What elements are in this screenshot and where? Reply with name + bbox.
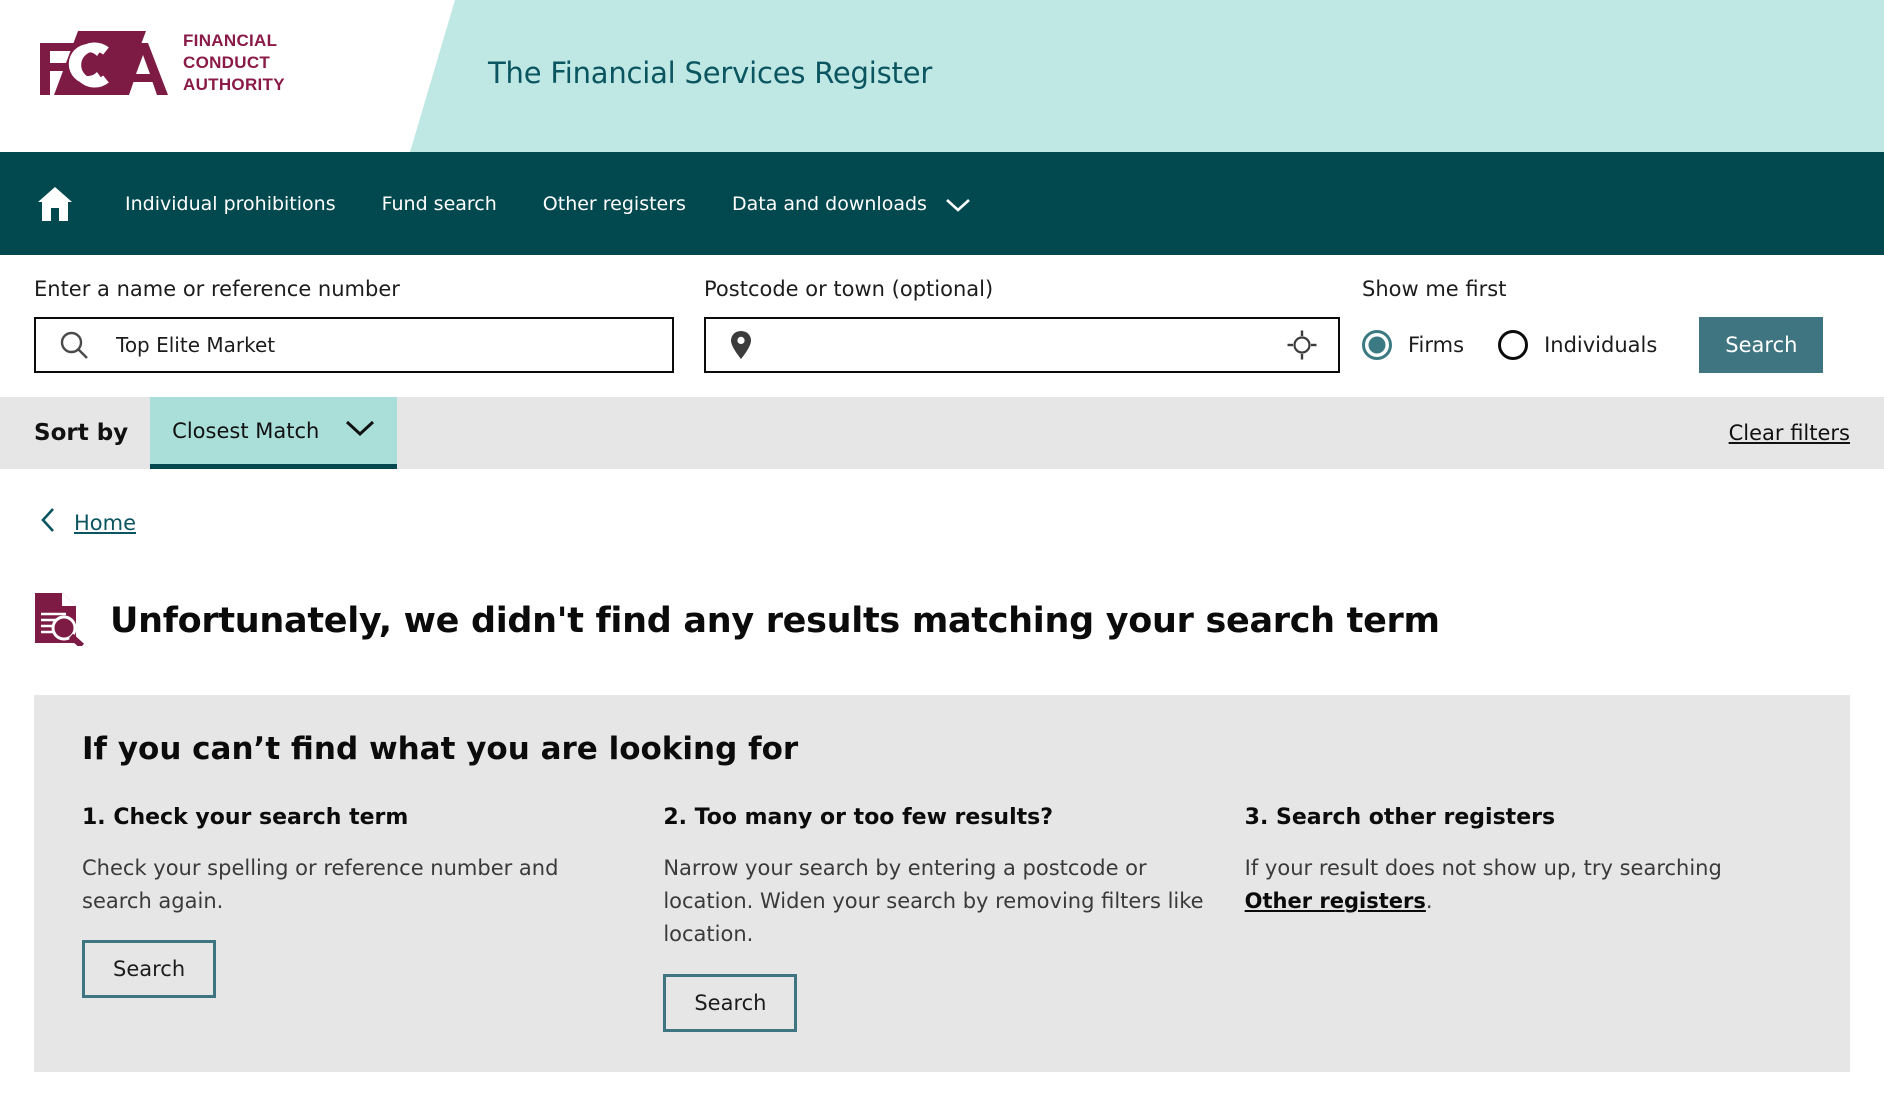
show-me-first-radios: Firms Individuals Search	[1362, 317, 1824, 373]
fca-logo-wordmark: FINANCIAL CONDUCT AUTHORITY	[183, 30, 285, 95]
help-column-body-text: If your result does not show up, try sea…	[1244, 856, 1722, 880]
clear-filters-link[interactable]: Clear filters	[1729, 421, 1850, 445]
help-column-heading: 3. Search other registers	[1244, 805, 1556, 830]
fca-logo-mark-icon	[34, 27, 169, 99]
help-column-check-search-term: 1. Check your search term Check your spe…	[82, 805, 663, 1032]
no-results-heading: Unfortunately, we didn't find any result…	[110, 600, 1440, 641]
radio-individuals[interactable]	[1498, 330, 1529, 360]
logo-word-line-1: FINANCIAL	[183, 31, 278, 51]
nav-label: Other registers	[542, 192, 686, 215]
nav-item-fund-search[interactable]: Fund search	[382, 193, 497, 215]
help-search-button-2[interactable]: Search	[663, 973, 798, 1032]
help-search-button-1[interactable]: Search	[82, 940, 217, 999]
help-column-body-with-link: If your result does not show up, try sea…	[1245, 852, 1790, 918]
nav-label: Fund search	[381, 192, 497, 215]
nav-item-individual-prohibitions[interactable]: Individual prohibitions	[125, 193, 336, 215]
postcode-input[interactable]	[706, 319, 1338, 371]
logo-word-line-2: CONDUCT	[183, 53, 271, 73]
help-column-too-many-results: 2. Too many or too few results? Narrow y…	[663, 805, 1244, 1032]
other-registers-link[interactable]: Other registers	[1245, 889, 1426, 913]
help-column-body-tail: .	[1425, 889, 1433, 914]
sort-by-dropdown[interactable]: Closest Match	[150, 397, 398, 469]
postcode-field-label: Postcode or town (optional)	[704, 277, 994, 301]
sort-filter-bar: Sort by Closest Match Clear filters	[0, 397, 1884, 469]
search-input[interactable]	[36, 319, 672, 371]
breadcrumb-home-link[interactable]: Home	[74, 511, 136, 535]
search-submit-button[interactable]: Search	[1699, 317, 1824, 373]
nav-item-data-and-downloads[interactable]: Data and downloads	[732, 193, 971, 215]
nav-label: Individual prohibitions	[125, 192, 336, 215]
show-me-first-label: Show me first	[1362, 277, 1507, 301]
document-search-icon	[32, 590, 86, 651]
help-panel-title: If you can’t find what you are looking f…	[82, 731, 799, 767]
chevron-left-icon[interactable]	[40, 507, 56, 538]
radio-firms-label[interactable]: Firms	[1408, 333, 1464, 357]
search-form: Enter a name or reference number Postcod…	[0, 255, 1884, 397]
main-navigation: Individual prohibitions Fund search Othe…	[0, 152, 1884, 255]
chevron-down-icon	[345, 420, 375, 442]
help-column-body: Check your spelling or reference number …	[82, 856, 559, 914]
help-column-heading: 1. Check your search term	[82, 805, 409, 830]
help-columns: 1. Check your search term Check your spe…	[82, 805, 1826, 1032]
radio-individuals-label[interactable]: Individuals	[1544, 333, 1657, 357]
page-title: The Financial Services Register	[488, 56, 933, 90]
search-input-wrap[interactable]	[34, 317, 674, 373]
breadcrumb: Home	[0, 469, 1884, 538]
postcode-field-group: Postcode or town (optional)	[704, 277, 1340, 373]
chevron-down-icon	[945, 196, 971, 212]
logo-word-line-3: AUTHORITY	[183, 74, 285, 94]
postcode-input-wrap[interactable]	[704, 317, 1340, 373]
name-field-label: Enter a name or reference number	[34, 277, 400, 301]
radio-firms[interactable]	[1362, 330, 1392, 360]
sort-by-value: Closest Match	[172, 418, 320, 443]
nav-item-other-registers[interactable]: Other registers	[543, 193, 686, 215]
no-results-heading-row: Unfortunately, we didn't find any result…	[0, 538, 1884, 651]
help-panel: If you can’t find what you are looking f…	[34, 695, 1850, 1072]
help-column-other-registers: 3. Search other registers If your result…	[1245, 805, 1826, 1032]
show-me-first-group: Show me first Firms Individuals Search	[1362, 277, 1824, 373]
map-pin-icon	[728, 329, 754, 361]
search-icon	[58, 329, 90, 361]
site-header: FINANCIAL CONDUCT AUTHORITY The Financia…	[0, 0, 1884, 152]
crosshair-locate-icon[interactable]	[1286, 329, 1318, 361]
help-column-heading: 2. Too many or too few results?	[663, 805, 1054, 830]
sort-by-label: Sort by	[34, 420, 129, 446]
nav-label: Data and downloads	[731, 192, 927, 215]
help-column-body: Narrow your search by entering a postcod…	[663, 856, 1204, 947]
home-icon[interactable]	[32, 184, 78, 224]
name-field-group: Enter a name or reference number	[34, 277, 674, 373]
fca-logo[interactable]: FINANCIAL CONDUCT AUTHORITY	[34, 27, 285, 99]
